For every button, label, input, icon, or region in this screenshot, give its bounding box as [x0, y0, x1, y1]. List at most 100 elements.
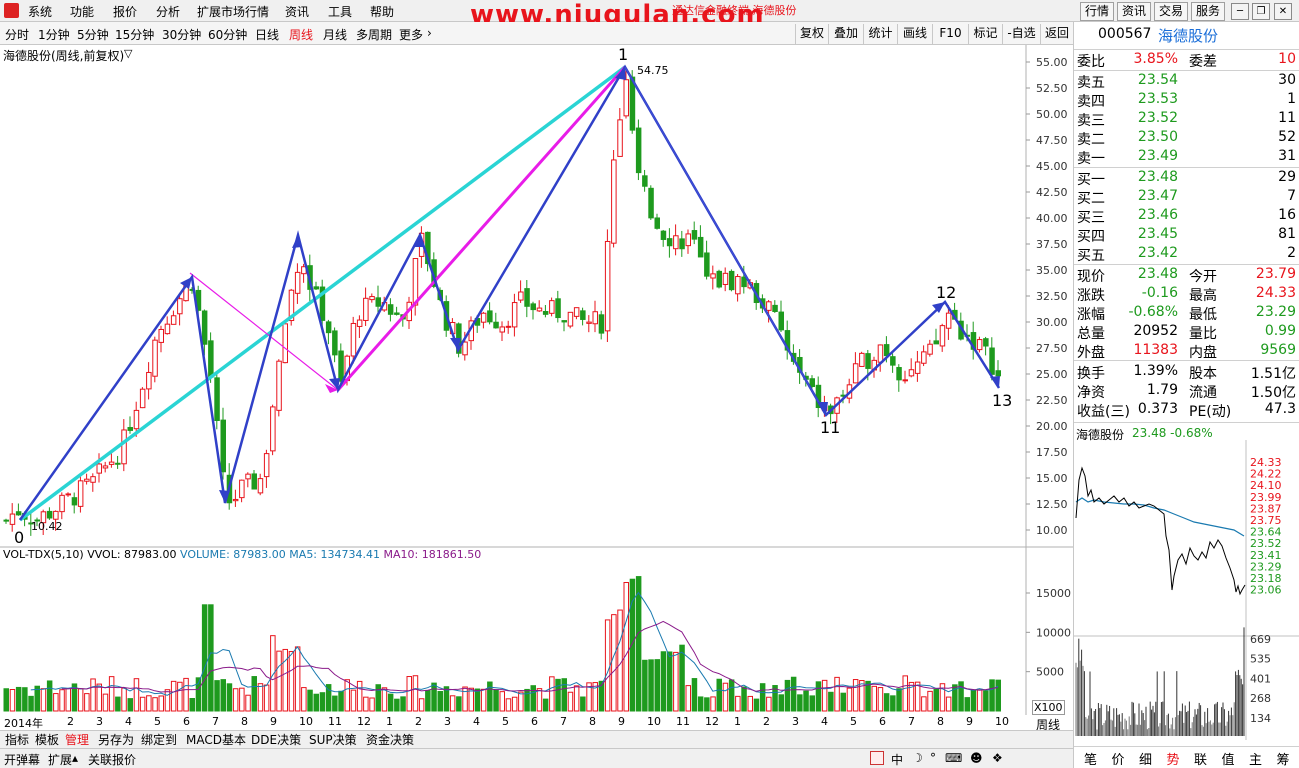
ime-icon[interactable] — [870, 751, 884, 765]
period-fenshi[interactable]: 分时 — [5, 26, 29, 43]
volume-bar — [15, 686, 22, 712]
menu-quote[interactable]: 报价 — [113, 3, 137, 20]
quote-cell: 收益(三) — [1077, 404, 1130, 420]
tool-zixuan[interactable]: -自选 — [1002, 24, 1040, 44]
candle-body — [263, 453, 270, 478]
triangle-down-icon[interactable]: ▽ — [124, 47, 132, 60]
status-danmu[interactable]: 开弹幕 — [4, 751, 40, 768]
volume-bar — [511, 696, 518, 712]
tab-zhibiao[interactable]: 指标 — [3, 732, 31, 748]
menu-analysis[interactable]: 分析 — [156, 3, 180, 20]
top-button-fuwu[interactable]: 服务 — [1191, 2, 1225, 21]
period-60min[interactable]: 60分钟 — [208, 26, 247, 43]
tool-f10[interactable]: F10 — [932, 24, 968, 44]
restore-icon[interactable]: ❐ — [1252, 3, 1270, 20]
weibi-row: 委比 3.85% 委差 10 — [1077, 51, 1296, 70]
tab-zijin[interactable]: 资金决策 — [364, 732, 416, 748]
chevron-right-icon[interactable]: › — [427, 26, 432, 40]
bid-row: 买一 23.48 29 — [1074, 169, 1299, 188]
volume-bar — [530, 685, 536, 712]
volume-bar — [797, 694, 803, 712]
tool-huaxian[interactable]: 画线 — [897, 24, 932, 44]
period-1min[interactable]: 1分钟 — [38, 26, 70, 43]
quote-cell: 买四 — [1077, 229, 1105, 245]
right-tab[interactable]: 值 — [1222, 749, 1235, 768]
right-tab[interactable]: 细 — [1139, 749, 1152, 768]
kline-chart[interactable]: 55.00 52.50 50.00 47.50 45.00 42.50 40.00 37.50… — [0, 45, 1073, 715]
volume-indicator-name[interactable]: VOL-TDX(5,10) — [3, 548, 84, 561]
period-weekly[interactable]: 周线 — [289, 26, 313, 43]
candle-body — [592, 311, 598, 325]
volume-bar — [431, 682, 437, 712]
tab-sup[interactable]: SUP决策 — [307, 732, 359, 748]
right-tab[interactable]: 筹 — [1277, 749, 1290, 768]
right-tab[interactable]: 联 — [1194, 749, 1207, 768]
keyboard-icon[interactable]: ⌨ — [945, 751, 962, 765]
volume-bar — [852, 679, 859, 712]
top-button-hangqing[interactable]: 行情 — [1080, 2, 1114, 21]
top-button-zixun[interactable]: 资讯 — [1117, 2, 1151, 21]
candle-body — [239, 479, 245, 499]
status-guanlian[interactable]: 关联报价 — [88, 751, 136, 768]
mini-intraday-chart[interactable]: 24.3324.2224.1023.9923.8723.7523.6423.52… — [1074, 440, 1299, 740]
period-daily[interactable]: 日线 — [255, 26, 279, 43]
right-tab[interactable]: 势 — [1167, 749, 1180, 768]
candle-body — [623, 79, 629, 117]
tab-bangdingdao[interactable]: 绑定到 — [139, 732, 179, 748]
candle-body — [741, 276, 747, 288]
tool-tongji[interactable]: 统计 — [863, 24, 897, 44]
mini-price-axis: 24.3324.2224.1023.9923.8723.7523.6423.52… — [1250, 456, 1282, 725]
dot-icon[interactable]: ° — [930, 751, 936, 765]
tool-diejia[interactable]: 叠加 — [828, 24, 863, 44]
quote-cell: 买五 — [1077, 248, 1105, 264]
tab-macd[interactable]: MACD基本 — [184, 732, 248, 748]
candle-body — [766, 301, 772, 311]
tab-moban[interactable]: 模板 — [33, 732, 61, 748]
candle-body — [232, 498, 239, 502]
period-5min[interactable]: 5分钟 — [77, 26, 109, 43]
wrench-icon[interactable]: ❖ — [992, 751, 1003, 765]
menu-news[interactable]: 资讯 — [285, 3, 309, 20]
tab-guanli[interactable]: 管理 — [63, 732, 91, 748]
tab-lingcunwei[interactable]: 另存为 — [96, 732, 136, 748]
tool-fanhui[interactable]: 返回 — [1040, 24, 1073, 44]
candle-body — [598, 314, 605, 334]
tool-biaoji[interactable]: 标记 — [968, 24, 1002, 44]
volume-bar — [480, 688, 487, 712]
status-kuozhan[interactable]: 扩展 — [48, 751, 72, 768]
menu-system[interactable]: 系统 — [28, 3, 52, 20]
volume-bar — [363, 696, 369, 712]
volume-bar — [673, 651, 679, 712]
quote-cell: 1.79 — [1146, 382, 1178, 398]
right-tab[interactable]: 笔 — [1084, 749, 1097, 768]
candle-body — [735, 276, 741, 295]
minimize-icon[interactable]: ─ — [1231, 3, 1249, 20]
time-axis-label: 5 — [502, 715, 509, 728]
quote-cell: 9569 — [1260, 342, 1296, 358]
volume-bar — [425, 689, 431, 712]
period-monthly[interactable]: 月线 — [323, 26, 347, 43]
period-multi[interactable]: 多周期 — [356, 26, 392, 43]
volume-bar — [288, 651, 295, 712]
menu-ext-market[interactable]: 扩展市场行情 — [197, 3, 269, 20]
top-button-jiaoyi[interactable]: 交易 — [1154, 2, 1188, 21]
tab-dde[interactable]: DDE决策 — [249, 732, 303, 748]
volume-header: VOL-TDX(5,10) VVOL: 87983.00 VOLUME: 879… — [3, 548, 481, 561]
user-icon[interactable]: ☻ — [970, 751, 983, 765]
menu-function[interactable]: 功能 — [70, 3, 94, 20]
volume-bar — [127, 698, 133, 712]
moon-icon[interactable]: ☽ — [912, 751, 923, 765]
right-tab[interactable]: 主 — [1249, 749, 1262, 768]
menu-tools[interactable]: 工具 — [328, 3, 352, 20]
right-tab[interactable]: 价 — [1112, 749, 1125, 768]
ime-zhong-icon[interactable]: 中 — [891, 751, 903, 768]
triangle-icon[interactable]: ▴ — [72, 751, 78, 765]
tool-fuquan[interactable]: 复权 — [795, 24, 828, 44]
indicator-tab-row: 指标 模板 管理 另存为 绑定到 MACD基本 DDE决策 SUP决策 资金决策 — [0, 730, 1073, 748]
period-30min[interactable]: 30分钟 — [162, 26, 201, 43]
volume-bar — [784, 679, 791, 712]
period-more[interactable]: 更多 — [399, 26, 423, 43]
close-icon[interactable]: ✕ — [1274, 3, 1292, 20]
menu-help[interactable]: 帮助 — [370, 3, 394, 20]
period-15min[interactable]: 15分钟 — [115, 26, 154, 43]
